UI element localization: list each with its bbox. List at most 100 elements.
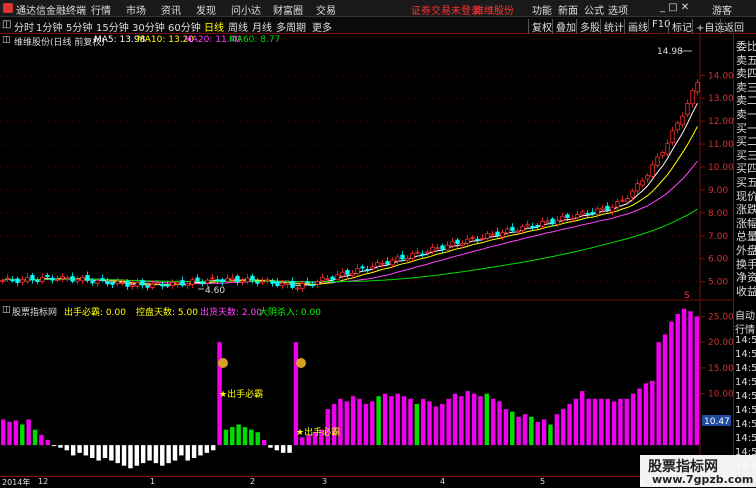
candle-body (400, 254, 405, 260)
indicator-toggle-icon[interactable]: ◫ (2, 305, 11, 315)
candle-body (645, 174, 650, 180)
candle-body (530, 225, 535, 228)
indicator-bar (510, 411, 515, 446)
candle-body (80, 276, 85, 282)
indicator-bar (39, 434, 44, 446)
period-tab-2[interactable]: 5分钟 (66, 19, 92, 34)
candle-body (135, 282, 140, 287)
period-tab-1[interactable]: 1分钟 (36, 19, 62, 34)
indicator-bar (503, 409, 509, 446)
indicator-chart[interactable]: 25.0020.0015.0010.005.00 10.47 (0, 301, 733, 476)
kline-chart[interactable]: 14.00 13.00 12.00 11.00 10.00 9.00 8.00 7.00 6.0… (0, 34, 733, 301)
candle-body (405, 257, 410, 261)
date-label-0: 2014年 (2, 478, 31, 487)
menu-item-jiaoyi[interactable]: 交易 (316, 2, 336, 17)
indicator-bar (618, 398, 623, 446)
tick-item-5[interactable]: 14:5 (735, 377, 756, 388)
user-label[interactable]: 游客 (712, 2, 732, 17)
period-tab-10[interactable]: 更多 (312, 19, 332, 34)
indicator-bar (255, 432, 260, 446)
tick-item-3[interactable]: 14:5 (735, 349, 756, 360)
indicator-bar (344, 401, 350, 446)
candle-body (60, 275, 65, 279)
period-tab-8[interactable]: 月线 (252, 19, 272, 34)
watermark-url: www.7gpzb.com (652, 473, 754, 486)
window-controls-icon[interactable]: _ □ ✕ (660, 2, 689, 13)
period-tab-4[interactable]: 30分钟 (132, 19, 165, 34)
candle-body (550, 218, 555, 224)
menu-item-hangqing[interactable]: 行情 (91, 2, 111, 17)
toolbar-button-2[interactable]: 多股 (576, 19, 603, 34)
tick-item-6[interactable]: 14:5 (735, 391, 756, 402)
tick-item-0[interactable]: 自动 (735, 307, 755, 322)
period-tab-9[interactable]: 多周期 (276, 19, 306, 34)
candle-body (585, 213, 590, 215)
candle-body (5, 277, 10, 280)
indicator-legend: ◫ 股票指标网 出手必霸: 0.00 控盘天数: 5.00 出货天数: 2.00… (0, 305, 700, 318)
toolbar-button-6[interactable]: 标记 (668, 19, 695, 34)
signal-label-1: ★出手必霸 (219, 390, 264, 400)
candle-body (605, 205, 610, 211)
indicator-bar (522, 414, 528, 446)
menu-item-gongneng[interactable]: 功能 (532, 2, 552, 17)
candle-body (70, 276, 75, 282)
menu-item-xuanxiang[interactable]: 选项 (608, 2, 628, 17)
menu-item-faxian[interactable]: 发现 (196, 2, 216, 17)
indicator-value-3: 出货天数: 2.00 (200, 308, 262, 318)
candle-body (85, 275, 90, 281)
indicator-bar (694, 316, 700, 446)
toolbar-button-4[interactable]: 画线 (624, 19, 651, 34)
indicator-bar (376, 396, 381, 446)
candle-body (655, 156, 660, 166)
toolbar-button-1[interactable]: 叠加 (552, 19, 579, 34)
indicator-bar (26, 419, 31, 446)
candle-body (140, 280, 145, 286)
panel-toggle-icon[interactable]: ◫ (2, 19, 11, 30)
tick-item-2[interactable]: 14:5 (735, 335, 756, 346)
indicator-bar (611, 401, 617, 446)
candle-body (635, 183, 640, 192)
menu-item-xinmian[interactable]: 新面 (558, 2, 578, 17)
tick-item-4[interactable]: 14:5 (735, 363, 756, 374)
period-tab-5[interactable]: 60分钟 (168, 19, 201, 34)
candle-body (430, 246, 435, 253)
candle-body (510, 226, 515, 231)
period-tab-7[interactable]: 周线 (228, 19, 248, 34)
indicator-bar (560, 409, 566, 446)
candle-body (410, 253, 415, 259)
price-tick: 5.00 (708, 278, 728, 288)
toolbar-button-0[interactable]: 复权 (528, 19, 555, 34)
period-tab-3[interactable]: 15分钟 (96, 19, 129, 34)
tick-item-1[interactable]: 行情 (735, 321, 755, 336)
candle-body (105, 281, 110, 285)
chart-toggle-icon[interactable]: ◫ (2, 35, 11, 45)
tick-item-7[interactable]: 14:5 (735, 405, 756, 416)
candle-body (295, 287, 300, 290)
app-logo-icon (3, 3, 13, 13)
candle-body (600, 207, 605, 211)
indicator-bar (370, 401, 375, 446)
candle-body (445, 244, 450, 251)
candle-body (520, 226, 525, 231)
quote-item-18[interactable]: 收益 (736, 283, 756, 299)
menu-item-wenxiaoda[interactable]: 问小达 (231, 2, 261, 17)
menu-item-zixun[interactable]: 资讯 (161, 2, 181, 17)
menu-item-caifuquan[interactable]: 财富圈 (273, 2, 303, 17)
login-status[interactable]: 证券交易未登录 (411, 2, 481, 17)
indicator-bar (662, 334, 668, 446)
menu-item-gongshi[interactable]: 公式 (584, 2, 604, 17)
toolbar-button-3[interactable]: 统计 (600, 19, 627, 34)
period-tab-6[interactable]: 日线 (204, 19, 224, 34)
toolbar-button-8[interactable]: 返回 (720, 19, 747, 34)
candle-body (500, 232, 505, 238)
candle-body (255, 281, 260, 284)
candle-body (115, 281, 120, 284)
tick-item-8[interactable]: 14:5 (735, 419, 756, 430)
menu-item-shichang[interactable]: 市场 (126, 2, 146, 17)
candle-body (380, 262, 385, 265)
period-tab-0[interactable]: 分时 (14, 19, 34, 34)
tick-item-9[interactable]: 14:5 (735, 433, 756, 444)
candle-body (200, 282, 205, 285)
candle-body (215, 279, 220, 282)
indicator-bar (83, 445, 89, 456)
